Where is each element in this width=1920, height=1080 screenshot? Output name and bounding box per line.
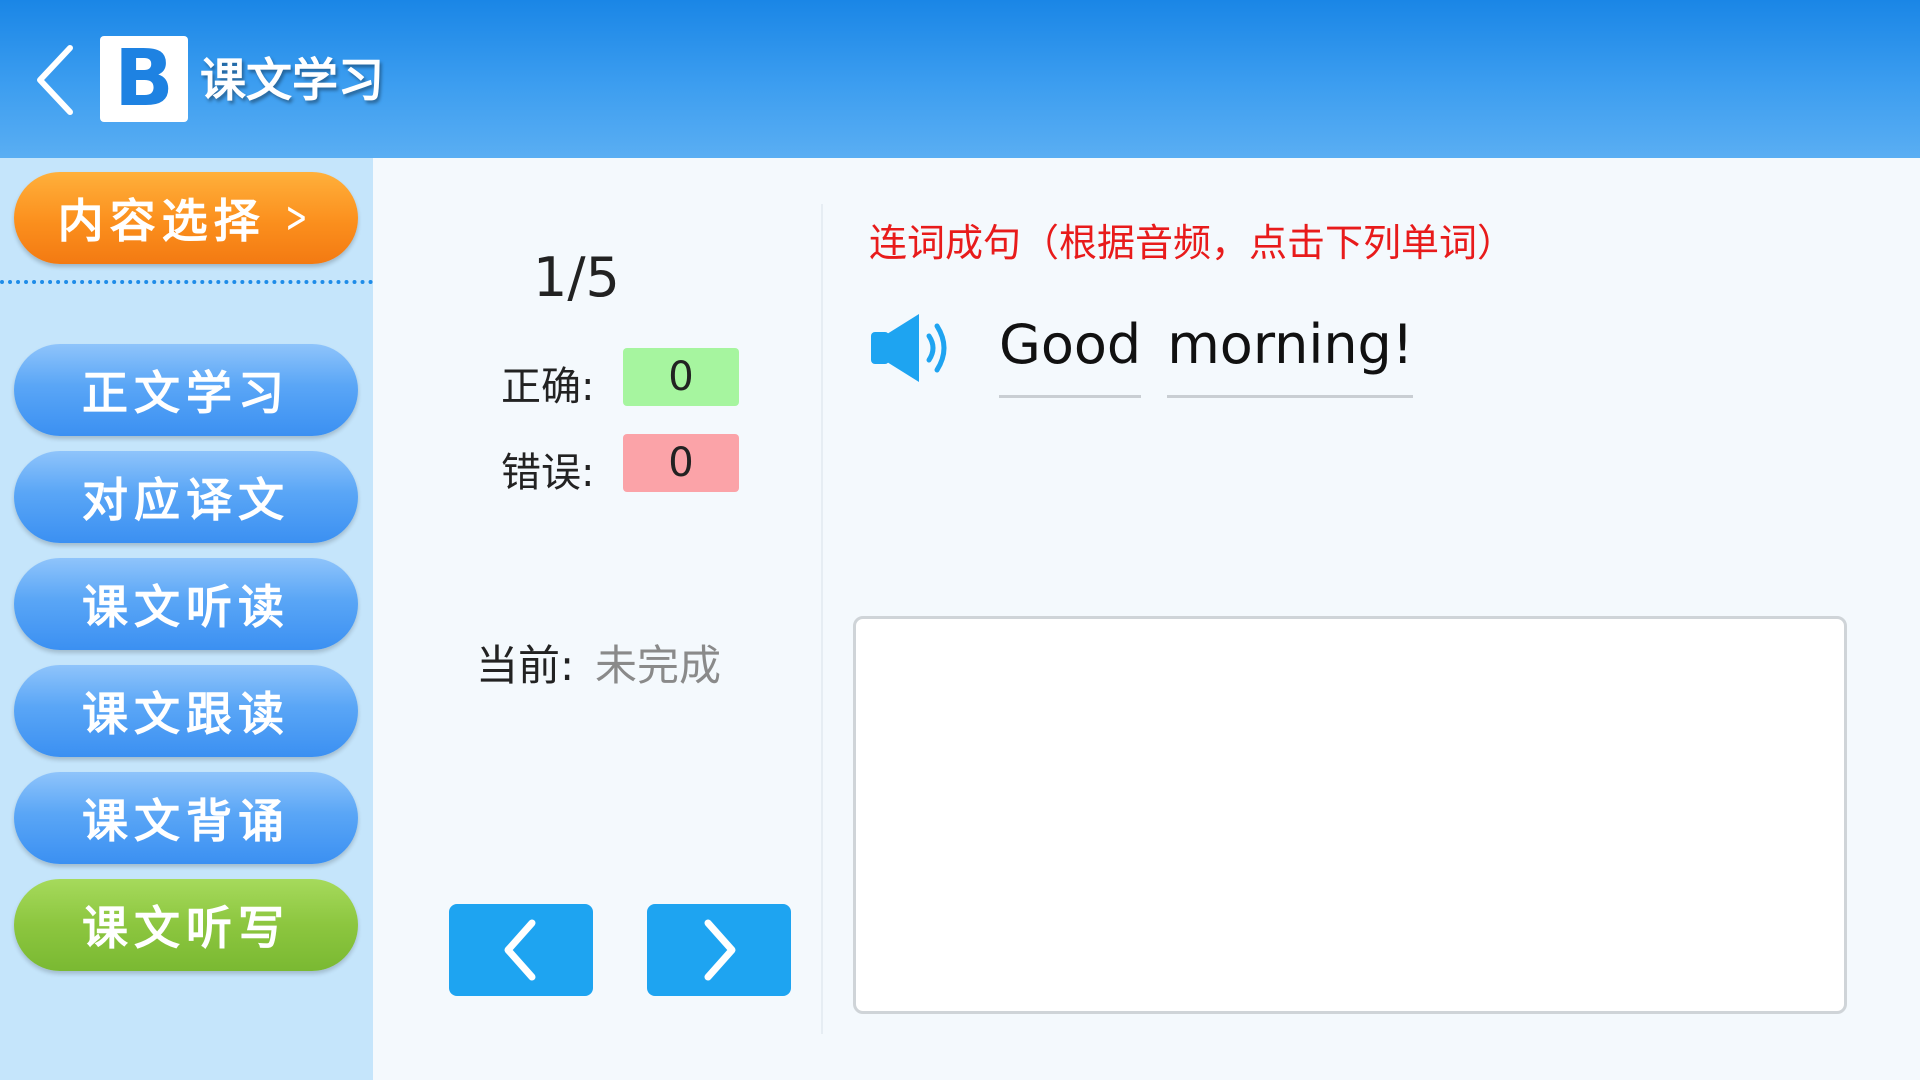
sidebar-item-dictation[interactable]: 课文听写 — [14, 879, 358, 971]
correct-label: 正确: — [501, 364, 595, 410]
sidebar-item-label: 课文背诵 — [82, 794, 290, 848]
progress-counter: 1/5 — [533, 246, 620, 309]
vertical-divider — [821, 204, 823, 1034]
word-option[interactable]: morning! — [1167, 308, 1414, 398]
sidebar-item-label: 对应译文 — [82, 473, 290, 527]
back-button[interactable] — [30, 40, 90, 120]
chevron-right-icon: > — [284, 192, 308, 243]
word-option[interactable]: Good — [999, 308, 1142, 398]
word-options: Good morning! — [999, 308, 1414, 398]
sidebar-item-translation[interactable]: 对应译文 — [14, 451, 358, 543]
wrong-label: 错误: — [501, 450, 595, 496]
page-title: 课文学习 — [200, 53, 384, 107]
app-logo: B — [100, 36, 188, 122]
sidebar-divider — [0, 280, 373, 284]
current-status-label: 当前: — [476, 641, 575, 690]
wrong-count: 0 — [623, 434, 739, 492]
next-button[interactable] — [647, 904, 791, 996]
sidebar-item-recite[interactable]: 课文背诵 — [14, 772, 358, 864]
app-header: B 课文学习 — [0, 0, 1920, 158]
logo-letter: B — [114, 34, 174, 124]
main-content: 1/5 正确: 0 错误: 0 当前: 未完成 连词成句（根据音频，点击下列单词… — [373, 158, 1920, 1080]
play-audio-button[interactable] — [869, 308, 959, 388]
sidebar-item-label: 课文听读 — [82, 580, 290, 634]
chevron-left-icon — [504, 919, 536, 981]
exercise-instruction: 连词成句（根据音频，点击下列单词） — [869, 221, 1516, 265]
sidebar-item-listen-read[interactable]: 课文听读 — [14, 558, 358, 650]
current-status-value: 未完成 — [595, 641, 722, 690]
sidebar-item-text-study[interactable]: 正文学习 — [14, 344, 358, 436]
correct-count: 0 — [623, 348, 739, 406]
chevron-right-icon — [704, 919, 736, 981]
content-select-button[interactable]: 内容选择 > — [14, 172, 358, 264]
content-select-label: 内容选择 — [57, 194, 266, 248]
answer-area[interactable] — [853, 616, 1847, 1014]
speaker-icon — [871, 314, 947, 382]
sidebar-item-label: 课文听写 — [82, 901, 290, 955]
prev-button[interactable] — [449, 904, 593, 996]
sidebar: 内容选择 > 正文学习 对应译文 课文听读 课文跟读 课文背诵 课文听写 — [0, 158, 373, 1080]
sidebar-item-label: 课文跟读 — [82, 687, 290, 741]
chevron-left-icon — [37, 45, 73, 115]
sidebar-item-follow-read[interactable]: 课文跟读 — [14, 665, 358, 757]
sidebar-item-label: 正文学习 — [82, 366, 290, 420]
